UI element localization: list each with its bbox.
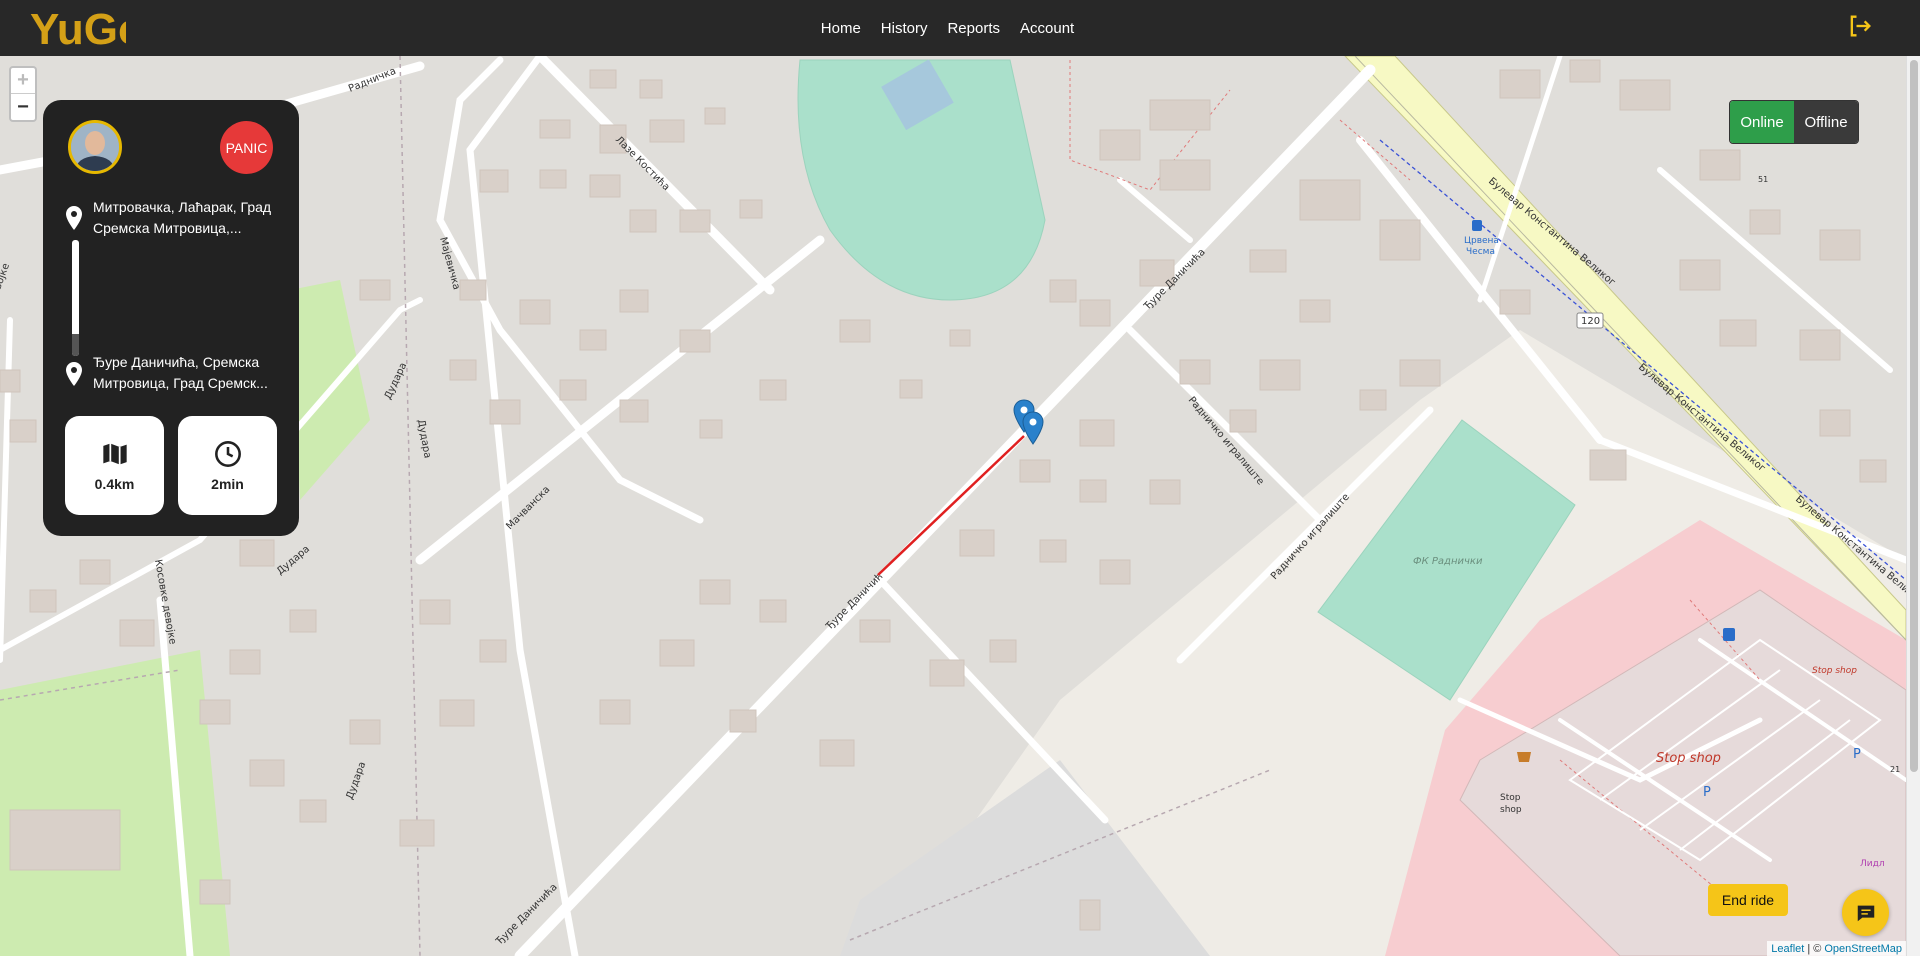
online-button[interactable]: Online — [1730, 101, 1794, 143]
destination-address-line1: Ђуре Даничића, Сремска — [93, 354, 260, 370]
house-number: 51 — [1758, 175, 1768, 184]
house-number: 21 — [1890, 765, 1900, 774]
leaflet-link[interactable]: Leaflet — [1771, 943, 1804, 955]
poi-label: Stop — [1500, 793, 1521, 803]
duration-card: 2min — [178, 416, 277, 515]
driver-avatar[interactable] — [68, 120, 122, 174]
end-ride-button[interactable]: End ride — [1708, 884, 1788, 916]
top-navbar: YuGo Home History Reports Account — [0, 0, 1920, 56]
parking-label: P — [1853, 747, 1861, 762]
ride-progress-bar — [72, 240, 79, 356]
chat-button[interactable] — [1842, 889, 1889, 936]
destination-address: Ђуре Даничића, Сремска Митровица, Град С… — [93, 352, 289, 394]
map-attribution: Leaflet | © OpenStreetMap — [1767, 941, 1906, 956]
scrollbar-thumb[interactable] — [1910, 60, 1918, 772]
zoom-in-button[interactable]: + — [11, 68, 35, 94]
poi-label: Лидл — [1860, 859, 1885, 869]
chat-icon — [1857, 905, 1874, 921]
pickup-pin-icon — [66, 206, 82, 230]
distance-value: 0.4km — [94, 475, 135, 492]
nav-home-link[interactable]: Home — [821, 20, 861, 37]
destination-marker-icon[interactable] — [1022, 411, 1044, 445]
openstreetmap-link[interactable]: OpenStreetMap — [1824, 943, 1902, 955]
nav-links: Home History Reports Account — [0, 0, 1920, 56]
page-scrollbar[interactable] — [1906, 56, 1920, 956]
route-shield: 120 — [1581, 316, 1600, 327]
pickup-address-line1: Митровачка, Лаћарак, Град — [93, 199, 272, 215]
duration-value: 2min — [211, 475, 244, 492]
ride-info-panel: PANIC Митровачка, Лаћарак, Град Сремска … — [43, 100, 299, 536]
ride-progress-remaining — [72, 333, 79, 356]
attribution-separator: | © — [1807, 942, 1822, 955]
nav-history-link[interactable]: History — [881, 20, 928, 37]
logout-icon[interactable] — [1846, 12, 1874, 40]
fuel-station-icon — [1723, 628, 1735, 641]
zoom-out-button[interactable]: − — [11, 94, 35, 120]
avatar-photo — [71, 123, 119, 171]
destination-pin-icon — [66, 362, 82, 386]
parking-label: P — [1703, 785, 1711, 800]
driver-status-toggle: Online Offline — [1729, 100, 1859, 144]
nav-account-link[interactable]: Account — [1020, 20, 1074, 37]
pickup-address: Митровачка, Лаћарак, Град Сремска Митров… — [93, 197, 289, 239]
nav-reports-link[interactable]: Reports — [947, 20, 1000, 37]
poi-label: shop — [1500, 805, 1522, 815]
map-zoom-control: + − — [9, 66, 37, 122]
destination-address-line2: Митровица, Град Сремск... — [93, 375, 268, 391]
offline-button[interactable]: Offline — [1794, 101, 1858, 143]
map-icon — [102, 443, 127, 464]
poi-label: Stop shop — [1812, 666, 1857, 676]
bus-stop-icon — [1472, 220, 1482, 231]
pickup-address-line2: Сремска Митровица,... — [93, 220, 242, 236]
poi-label: Stop shop — [1656, 751, 1721, 766]
poi-label: ФК Раднички — [1413, 556, 1483, 567]
poi-label: Црвена — [1464, 236, 1499, 246]
cafe-icon — [1517, 752, 1531, 762]
clock-icon — [214, 440, 241, 467]
distance-card: 0.4km — [65, 416, 164, 515]
panic-button[interactable]: PANIC — [220, 121, 273, 174]
poi-label: Чесма — [1466, 247, 1495, 257]
